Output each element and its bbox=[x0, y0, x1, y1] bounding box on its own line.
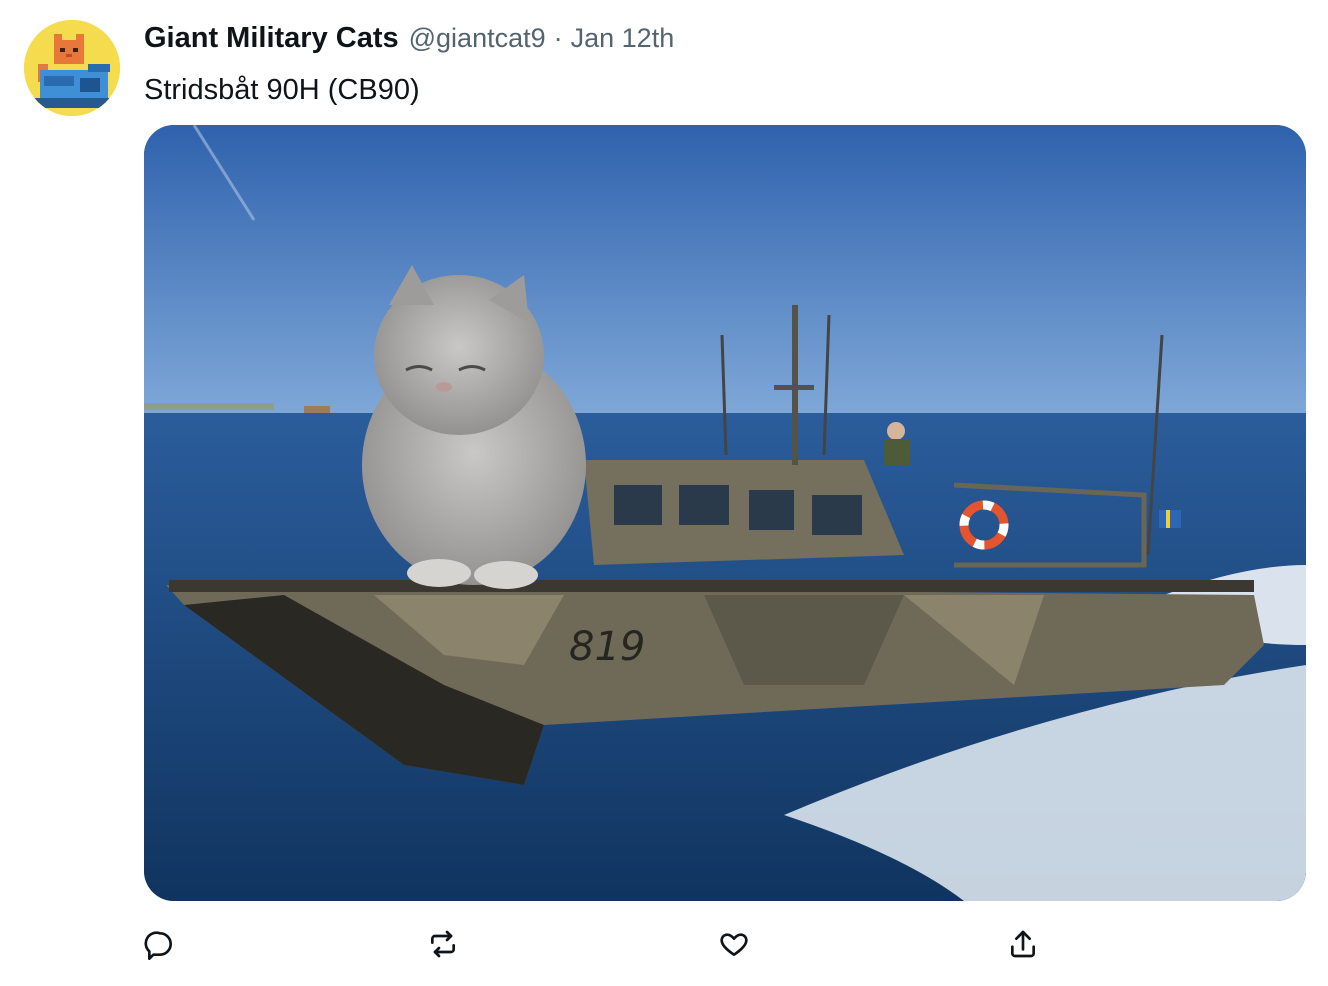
author-handle[interactable]: @giantcat9 bbox=[409, 23, 546, 54]
tweet-card: Giant Military Cats @giantcat9 · Jan 12t… bbox=[0, 0, 1328, 986]
header-separator: · bbox=[553, 23, 563, 53]
boat-cat-photo: 819 bbox=[144, 125, 1306, 901]
like-button[interactable] bbox=[710, 920, 758, 968]
author-display-name[interactable]: Giant Military Cats bbox=[144, 22, 399, 55]
retweet-icon bbox=[431, 930, 455, 958]
reply-button[interactable] bbox=[136, 920, 184, 968]
retweet-button[interactable] bbox=[419, 920, 467, 968]
reply-icon bbox=[144, 931, 172, 960]
share-icon bbox=[1011, 930, 1035, 958]
pixel-cat-avatar-icon bbox=[24, 20, 120, 116]
author-avatar[interactable] bbox=[24, 20, 120, 116]
share-button[interactable] bbox=[999, 920, 1047, 968]
tweet-media-image[interactable]: 819 bbox=[144, 125, 1306, 901]
hull-number: 819 bbox=[569, 624, 645, 670]
tweet-text: Stridsbåt 90H (CB90) bbox=[144, 74, 420, 106]
tweet-date[interactable]: Jan 12th bbox=[571, 23, 675, 54]
tweet-actions-bar bbox=[0, 920, 1328, 970]
tweet-header: Giant Military Cats @giantcat9 · Jan 12t… bbox=[144, 22, 674, 58]
like-icon bbox=[720, 933, 748, 956]
